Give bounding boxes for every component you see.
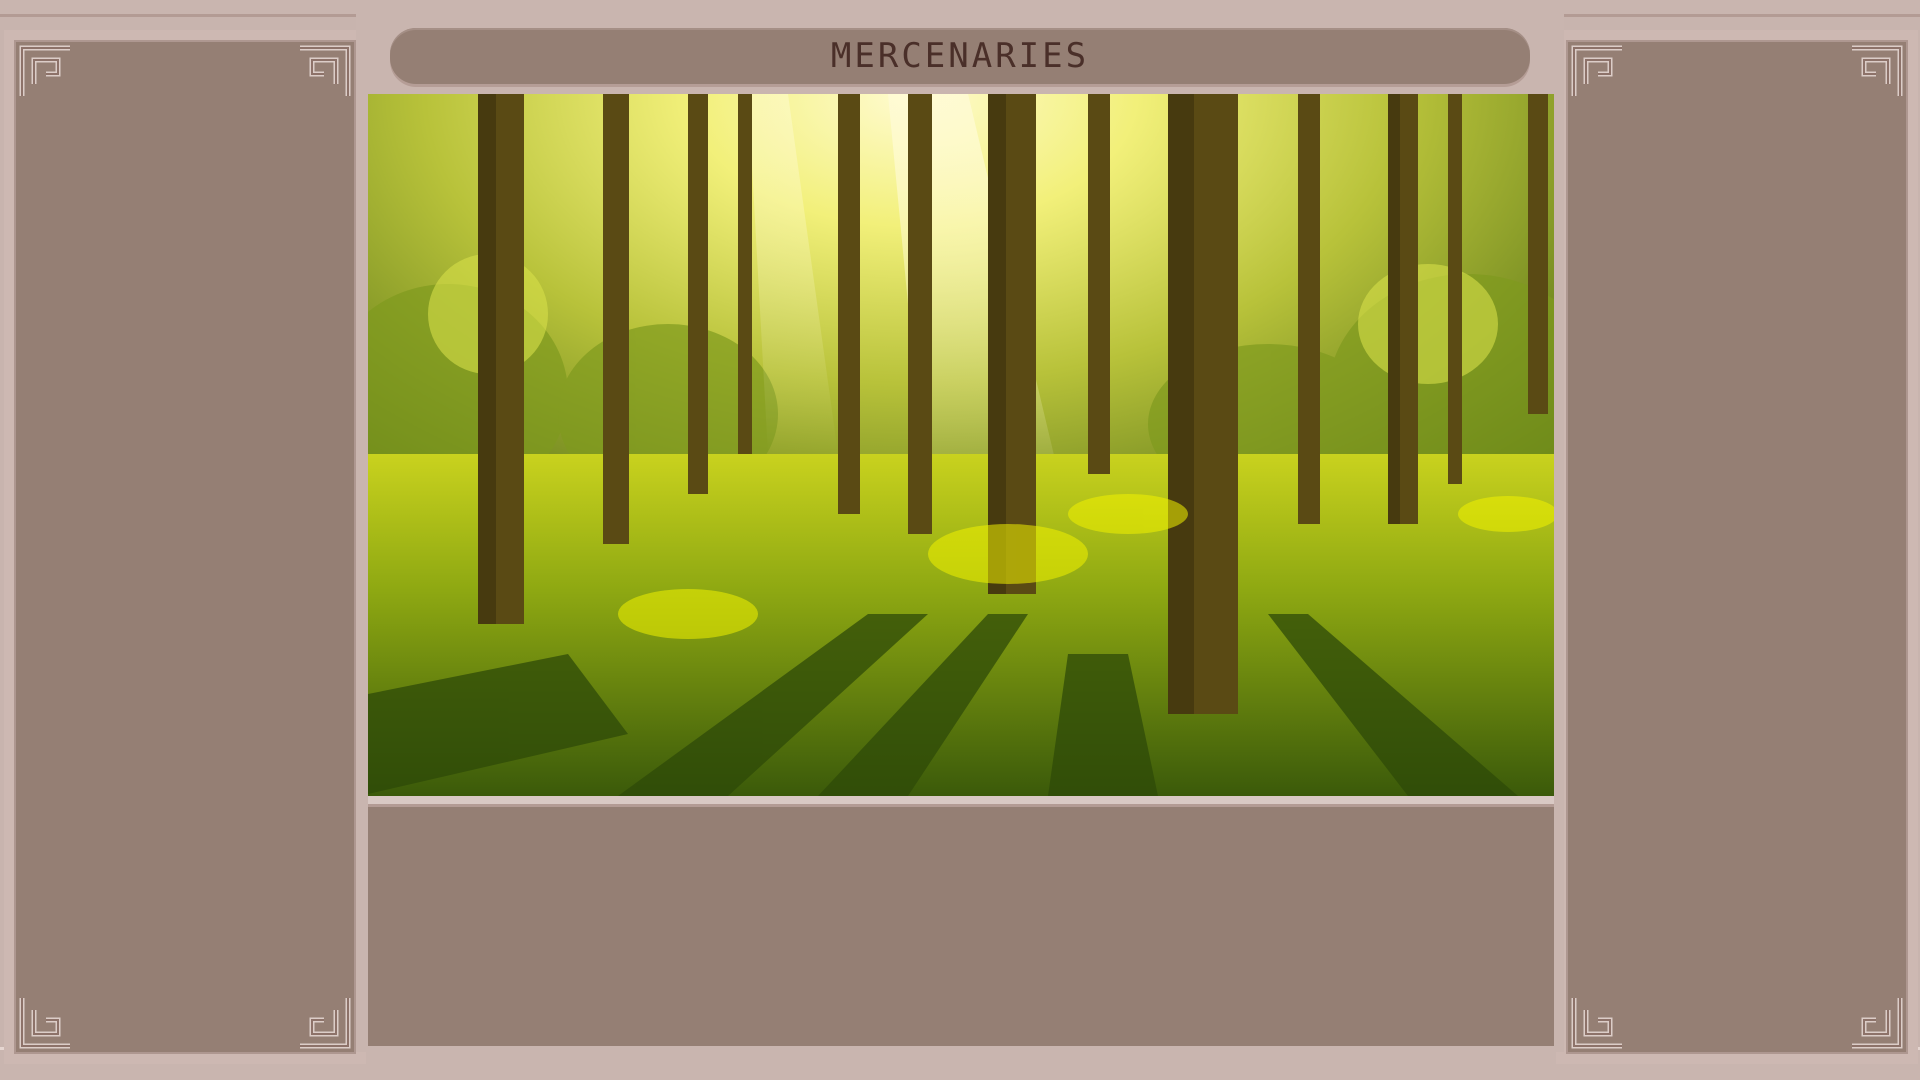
ornament-corner-icon xyxy=(1570,44,1626,100)
ornament-corner-icon xyxy=(18,994,74,1050)
right-side-panel xyxy=(1556,30,1918,1064)
ornament-corner-icon xyxy=(296,44,352,100)
scene-divider xyxy=(368,796,1554,807)
forest-scene xyxy=(368,94,1554,796)
page-title: MERCENARIES xyxy=(830,36,1090,76)
ornament-corner-icon xyxy=(296,994,352,1050)
dialogue-panel xyxy=(368,807,1554,1046)
left-side-panel xyxy=(4,30,366,1064)
ornament-corner-icon xyxy=(1570,994,1626,1050)
ornament-corner-icon xyxy=(18,44,74,100)
ornament-corner-icon xyxy=(1848,44,1904,100)
title-plate: MERCENARIES xyxy=(390,28,1530,84)
ornament-corner-icon xyxy=(1848,994,1904,1050)
